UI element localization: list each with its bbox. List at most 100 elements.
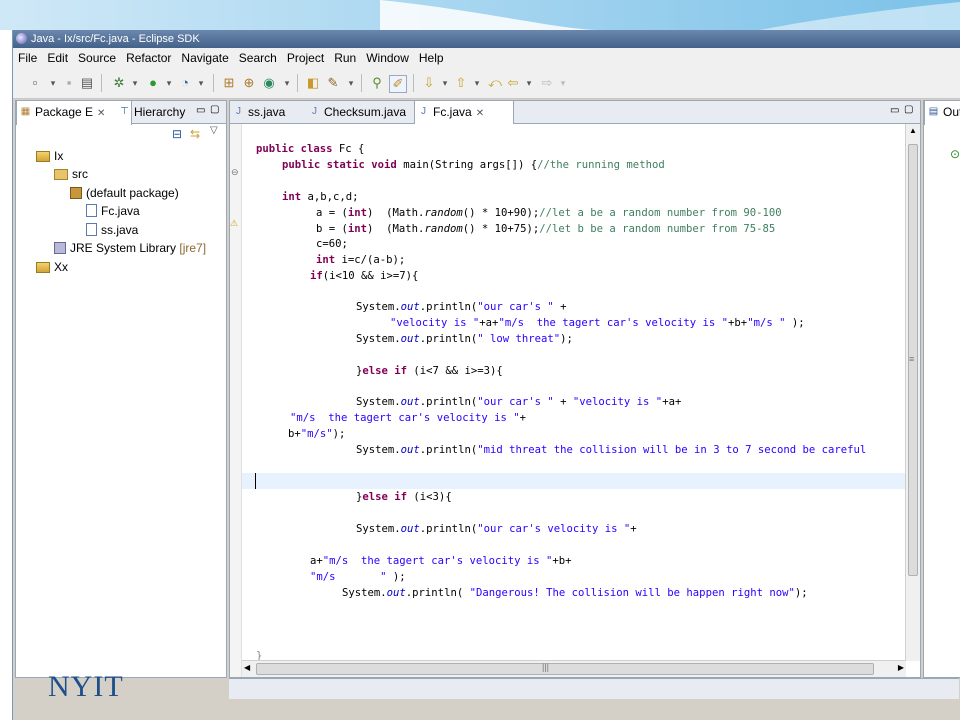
tree-item-project-xx[interactable]: Xx: [36, 259, 68, 275]
tree-item-src[interactable]: src: [54, 166, 88, 182]
last-edit-location-icon[interactable]: ⤺: [487, 75, 503, 91]
menu-refactor[interactable]: Refactor: [121, 48, 176, 68]
external-tools-icon[interactable]: ◔: [177, 75, 193, 91]
tree-item-default-package[interactable]: (default package): [70, 185, 179, 201]
title-bar: Java - Ix/src/Fc.java - Eclipse SDK: [13, 30, 960, 48]
menu-project[interactable]: Project: [282, 48, 329, 68]
menu-help[interactable]: Help: [414, 48, 449, 68]
code-line: b = (int) (Math.random() * 10+75);//let …: [316, 223, 776, 235]
editor-tabs: Jss.java J Checksum.java J Fc.java ✕ ▭ ▢: [230, 100, 920, 125]
menu-source[interactable]: Source: [73, 48, 121, 68]
minimize-icon[interactable]: ▭: [196, 105, 205, 116]
new-icon[interactable]: ▫: [27, 75, 43, 91]
scroll-left-icon[interactable]: ◀: [244, 663, 250, 672]
package-explorer-panel: ▦ Package E ✕ ⊤ Hierarchy ▭ ▢ ⊟ ⇆ ▽ Ix src …: [15, 100, 227, 678]
code-line: System.out.println("our car's " +: [356, 301, 567, 313]
search-icon[interactable]: ✎: [325, 75, 341, 91]
code-line: "m/s " );: [310, 571, 406, 583]
menu-file[interactable]: File: [13, 48, 42, 68]
minimize-icon[interactable]: ▭: [890, 105, 899, 116]
menu-run[interactable]: Run: [329, 48, 361, 68]
close-icon[interactable]: ✕: [476, 108, 484, 119]
code-line: "m/s the tagert car's velocity is "+: [290, 412, 526, 424]
link-with-editor-icon[interactable]: ⇆: [190, 127, 200, 141]
close-icon[interactable]: ✕: [97, 108, 105, 119]
eclipse-logo-icon: [16, 33, 27, 44]
debug-dropdown-icon[interactable]: ▾: [127, 75, 143, 91]
logo-text: NYIT: [48, 670, 124, 703]
new-package-icon[interactable]: ⊕: [241, 75, 257, 91]
tab-checksum-java[interactable]: J Checksum.java: [306, 101, 406, 123]
horizontal-scroll-thumb[interactable]: [256, 663, 874, 675]
scroll-right-icon[interactable]: ▶: [898, 663, 904, 672]
forward-icon[interactable]: ⇨: [539, 75, 555, 91]
save-icon[interactable]: ▪: [61, 75, 77, 91]
debug-icon[interactable]: ✲: [111, 75, 127, 91]
tab-package-explorer[interactable]: ▦ Package E ✕: [16, 100, 132, 125]
fold-icon[interactable]: ⊖: [231, 167, 239, 178]
forward-dropdown-icon[interactable]: ▾: [555, 75, 571, 91]
tree-item-jre-library[interactable]: JRE System Library [jre7]: [54, 240, 206, 256]
external-tools-dropdown-icon[interactable]: ▾: [193, 75, 209, 91]
code-line: b+"m/s");: [288, 428, 346, 440]
package-explorer-icon: ▦: [20, 106, 31, 117]
tab-fc-java[interactable]: J Fc.java ✕: [414, 100, 514, 125]
run-icon[interactable]: ●: [145, 75, 161, 91]
new-class-icon[interactable]: ◉: [261, 75, 277, 91]
tab-label: Checksum.java: [324, 105, 407, 119]
code-line: public static void main(String args[]) {…: [282, 159, 665, 171]
horizontal-scrollbar[interactable]: ◀ ||| ▶: [242, 660, 906, 677]
java-file-icon: J: [236, 106, 241, 117]
tab-hierarchy[interactable]: ⊤ Hierarchy: [116, 101, 185, 123]
tab-outline[interactable]: ▤ Out: [924, 100, 960, 125]
back-icon[interactable]: ⇦: [505, 75, 521, 91]
view-menu-icon[interactable]: ▽: [210, 125, 218, 136]
code-line: c=60;: [316, 238, 348, 250]
menu-edit[interactable]: Edit: [42, 48, 73, 68]
run-dropdown-icon[interactable]: ▾: [161, 75, 177, 91]
code-line: System.out.println("our car's " + "veloc…: [356, 396, 682, 408]
tab-label: Hierarchy: [134, 105, 186, 119]
menu-window[interactable]: Window: [361, 48, 414, 68]
new-java-project-icon[interactable]: ⊞: [221, 75, 237, 91]
project-icon: [36, 262, 50, 273]
tree-item-ss-java[interactable]: ss.java: [86, 222, 138, 238]
new-class-dropdown-icon[interactable]: ▾: [279, 75, 295, 91]
class-icon: ⊙: [950, 147, 960, 161]
tab-label: Package E: [35, 105, 94, 119]
print-icon[interactable]: ▤: [79, 75, 95, 91]
vertical-scrollbar[interactable]: ▲ ≡: [905, 124, 920, 661]
package-icon: [70, 187, 82, 199]
code-line: if(i<10 && i>=7){: [310, 270, 419, 282]
menu-search[interactable]: Search: [234, 48, 282, 68]
previous-annotation-dropdown-icon[interactable]: ▾: [469, 75, 485, 91]
previous-annotation-icon[interactable]: ⇧: [453, 75, 469, 91]
code-line: System.out.println("our car's velocity i…: [356, 523, 637, 535]
source-folder-icon: [54, 169, 68, 180]
tree-item-label: Xx: [54, 260, 69, 274]
library-icon: [54, 242, 66, 254]
toggle-mark-occurrences-icon[interactable]: ⚲: [369, 75, 385, 91]
back-dropdown-icon[interactable]: ▾: [521, 75, 537, 91]
maximize-icon[interactable]: ▢: [210, 104, 219, 115]
new-dropdown-icon[interactable]: ▾: [45, 75, 61, 91]
open-type-icon[interactable]: ◧: [305, 75, 321, 91]
tree-item-project-ix[interactable]: Ix: [36, 148, 63, 164]
search-dropdown-icon[interactable]: ▾: [343, 75, 359, 91]
maximize-icon[interactable]: ▢: [904, 104, 913, 115]
code-line: int a,b,c,d;: [282, 191, 359, 203]
code-line: System.out.println( "Dangerous! The coll…: [342, 587, 808, 599]
tree-item-label: Fc.java: [101, 204, 140, 218]
tab-label: Out: [943, 105, 960, 119]
tree-item-fc-java[interactable]: Fc.java: [86, 203, 140, 219]
scroll-up-icon[interactable]: ▲: [909, 126, 917, 135]
tree-item-label: ss.java: [101, 223, 139, 237]
toggle-whitespace-icon[interactable]: ✐: [389, 75, 407, 93]
tab-ss-java[interactable]: Jss.java: [230, 101, 285, 123]
menu-navigate[interactable]: Navigate: [176, 48, 233, 68]
next-annotation-dropdown-icon[interactable]: ▾: [437, 75, 453, 91]
grip-icon: |||: [542, 662, 550, 672]
collapse-all-icon[interactable]: ⊟: [172, 127, 182, 141]
next-annotation-icon[interactable]: ⇩: [421, 75, 437, 91]
code-editor[interactable]: ⊖ ⚠ public class Fc { public static void…: [230, 124, 920, 677]
